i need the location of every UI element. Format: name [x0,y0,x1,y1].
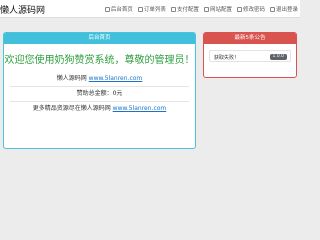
dashboard-panel-title: 后台首页 [4,33,195,44]
total-amount-row: 赞助总金额：0元 [4,87,195,101]
brand-logo[interactable]: 懒人源码网 [0,3,45,16]
nav-label: 网站配置 [209,7,232,13]
nav-label: 支付配置 [176,7,199,13]
announcement-text: 获取失败！ [214,55,240,61]
nav-label: 修改密码 [242,7,265,13]
site-link[interactable]: www.5lanren.com [89,75,143,82]
welcome-message: 欢迎您使用奶狗赞赏系统，尊敬的管理员！ [4,55,195,66]
more-resources-row: 更多精品资源尽在懒人源码网 www.5lanren.com [4,102,195,116]
total-label: 赞助总金额： [76,90,113,97]
pay-icon [170,6,176,12]
more-text: 更多精品资源尽在懒人源码网 [32,105,111,112]
key-icon [236,6,242,12]
announcement-panel: 最新5条公告 获取失败！ 1.0.0 [203,32,297,78]
version-badge: 1.0.0 [269,53,287,60]
nav-label: 后台首页 [110,7,133,13]
nav-payment-config[interactable]: 支付配置 [170,5,199,13]
nav-logout[interactable]: 退出登录 [269,5,298,13]
nav-orders[interactable]: 订单列表 [137,5,166,13]
announcement-panel-title: 最新5条公告 [204,33,296,44]
site-info-row: 懒人源码网 www.5lanren.com [4,72,195,86]
site-icon [203,6,209,12]
site-name: 懒人源码网 [56,75,87,82]
top-nav: 后台首页 订单列表 支付配置 网站配置 修改密码 退出登录 [104,5,298,13]
total-value: 0元 [112,90,123,97]
logout-icon [269,6,275,12]
nav-site-config[interactable]: 网站配置 [203,5,232,13]
more-link[interactable]: www.5lanren.com [113,105,167,112]
home-icon [104,6,110,12]
top-navbar: 懒人源码网 后台首页 订单列表 支付配置 网站配置 修改密码 退出登录 [0,0,300,18]
nav-change-password[interactable]: 修改密码 [236,5,265,13]
dashboard-panel: 后台首页 欢迎您使用奶狗赞赏系统，尊敬的管理员！ 懒人源码网 www.5lanr… [3,32,196,149]
nav-label: 订单列表 [143,7,166,13]
nav-dashboard[interactable]: 后台首页 [104,5,133,13]
nav-label: 退出登录 [275,7,298,13]
list-icon [137,6,143,12]
announcement-item[interactable]: 获取失败！ 1.0.0 [209,50,291,62]
